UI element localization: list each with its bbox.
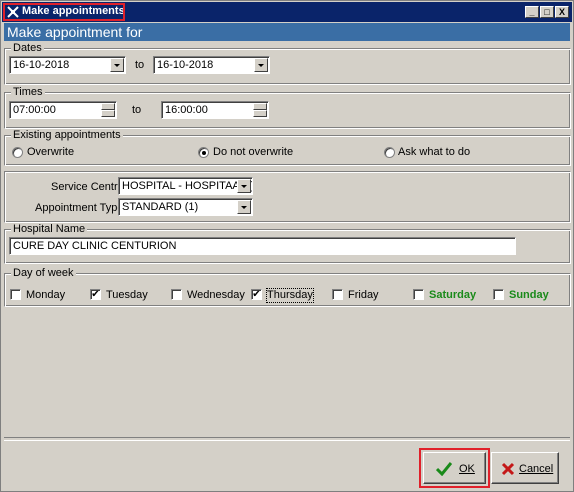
spin-down-icon[interactable] [253,110,267,117]
day-of-week-legend: Day of week [11,267,76,280]
spin-up-icon[interactable] [101,103,115,110]
radio-ask-label[interactable]: Ask what to do [398,146,470,159]
radio-overwrite[interactable] [12,147,23,158]
times-legend: Times [11,86,45,99]
date-from-value: 16-10-2018 [13,59,70,71]
times-group: Times 07:00:00 to 16:00:00 [4,86,571,129]
checkbox-saturday[interactable] [413,289,424,300]
checkbox-sunday[interactable] [493,289,504,300]
radio-overwrite-label[interactable]: Overwrite [27,146,74,159]
date-to-dropdown-icon[interactable] [254,58,268,72]
checkmark-icon [436,462,452,476]
date-to-field[interactable]: 16-10-2018 [153,56,270,74]
appointment-type-value: STANDARD (1) [122,201,199,213]
cross-icon [501,462,515,476]
time-from-field[interactable]: 07:00:00 [9,101,117,119]
minimize-button[interactable]: _ [525,6,539,18]
time-to-spinner[interactable] [253,103,267,117]
checkbox-thursday-label[interactable]: Thursday [266,288,314,303]
service-centre-label: Service Centre: [51,181,127,193]
page-banner: Make appointment for [4,23,570,41]
radio-do-not-overwrite[interactable] [198,147,209,158]
checkbox-friday-label[interactable]: Friday [348,289,379,302]
hospital-legend: Hospital Name [11,223,88,236]
appointment-type-label: Appointment Type: [35,202,127,214]
service-panel: Service Centre: HOSPITAL - HOSPITAAL (: … [4,171,571,223]
checkbox-tuesday[interactable]: ✔ [90,289,101,300]
cancel-button[interactable]: Cancel [491,452,559,484]
date-to-value: 16-10-2018 [157,59,214,71]
times-to-label: to [132,104,142,116]
checkbox-thursday[interactable]: ✔ [251,289,262,300]
checkbox-sunday-label[interactable]: Sunday [509,289,549,302]
dates-group: Dates 16-10-2018 to 16-10-2018 [4,42,571,85]
checkbox-monday[interactable] [10,289,21,300]
ok-button[interactable]: OK [423,452,486,484]
checkbox-wednesday[interactable] [171,289,182,300]
existing-appointments-group: Existing appointments Overwrite Do not o… [4,129,571,166]
dates-legend: Dates [11,42,44,55]
dates-to-label: to [135,59,145,71]
footer-divider [4,437,570,441]
service-centre-select[interactable]: HOSPITAL - HOSPITAAL (: [118,177,253,195]
checkbox-friday[interactable] [332,289,343,300]
spin-down-icon[interactable] [101,110,115,117]
close-button[interactable]: X [555,6,569,18]
appointment-type-dropdown-icon[interactable] [237,200,251,214]
title-highlight [3,3,125,21]
existing-legend: Existing appointments [11,129,123,142]
service-centre-value: HOSPITAL - HOSPITAAL (: [122,180,253,192]
time-to-field[interactable]: 16:00:00 [161,101,269,119]
date-from-dropdown-icon[interactable] [110,58,124,72]
time-from-spinner[interactable] [101,103,115,117]
hospital-name-input[interactable]: CURE DAY CLINIC CENTURION [9,237,516,255]
checkbox-saturday-label[interactable]: Saturday [429,289,476,302]
make-appointments-window: Make appointments _ □ X Make appointment… [0,0,574,492]
service-centre-dropdown-icon[interactable] [237,179,251,193]
radio-do-not-overwrite-label[interactable]: Do not overwrite [213,146,293,159]
appointment-type-select[interactable]: STANDARD (1) [118,198,253,216]
ok-label: OK [459,463,475,475]
hospital-name-group: Hospital Name CURE DAY CLINIC CENTURION [4,223,571,264]
time-to-value: 16:00:00 [165,104,208,116]
checkbox-monday-label[interactable]: Monday [26,289,65,302]
date-from-field[interactable]: 16-10-2018 [9,56,126,74]
spin-up-icon[interactable] [253,103,267,110]
cancel-label: Cancel [519,463,554,475]
time-from-value: 07:00:00 [13,104,56,116]
checkbox-wednesday-label[interactable]: Wednesday [187,289,245,302]
checkbox-tuesday-label[interactable]: Tuesday [106,289,148,302]
day-of-week-group: Day of week Monday ✔ Tuesday Wednesday ✔… [4,267,571,307]
radio-ask[interactable] [384,147,395,158]
title-bar[interactable]: Make appointments _ □ X [2,2,572,22]
maximize-button[interactable]: □ [540,6,554,18]
